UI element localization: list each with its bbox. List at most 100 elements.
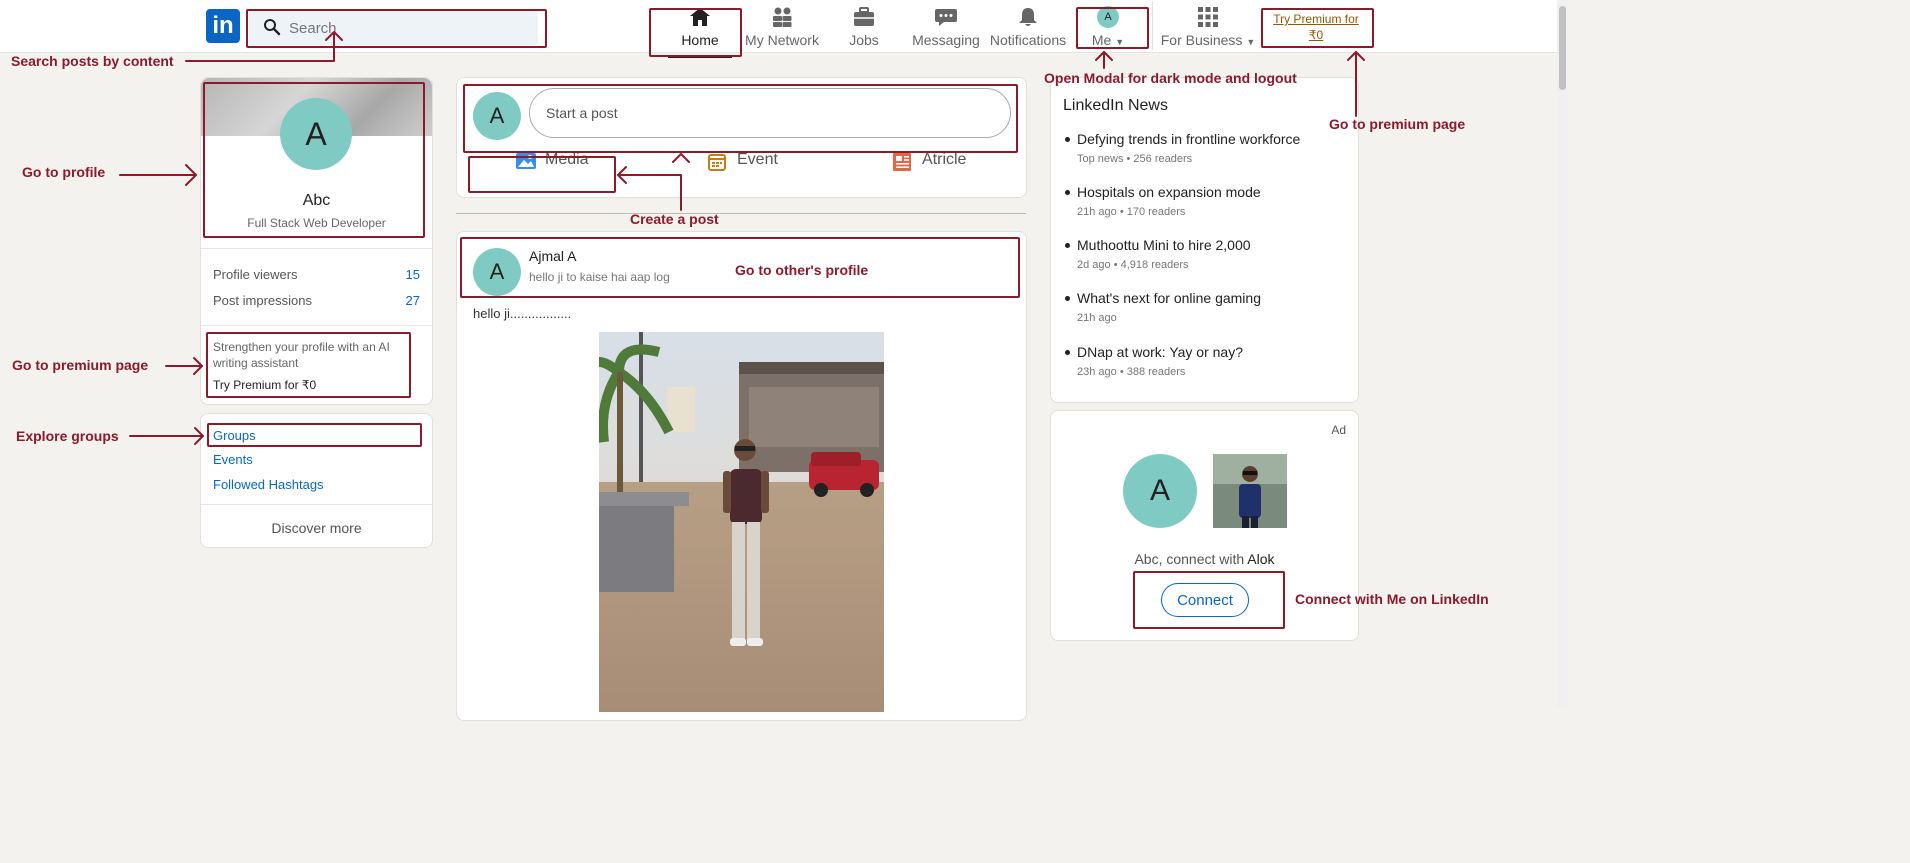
premium-promo-text: Strengthen your profile with an AI writi…	[213, 340, 390, 370]
network-icon	[773, 7, 792, 27]
image-icon	[516, 153, 536, 169]
me-avatar: A	[1097, 6, 1119, 28]
feed-post: A Ajmal A hello ji to kaise hai aap log …	[456, 231, 1027, 721]
nav-me[interactable]: A Me ▼	[1086, 6, 1130, 52]
nav-home[interactable]: Home	[660, 6, 740, 58]
followed-hashtags-link[interactable]: Followed Hashtags	[213, 477, 324, 492]
post-composer: A Start a post Media Event Atricle	[456, 77, 1027, 198]
nav-for-business[interactable]: For Business ▼	[1160, 6, 1256, 52]
stat-value: 15	[405, 267, 420, 282]
nav-me-label: Me	[1091, 32, 1112, 48]
nav-messaging-label: Messaging	[912, 32, 980, 48]
post-photo-illustration	[599, 332, 884, 712]
news-item[interactable]: DNap at work: Yay or nay? 23h ago • 388 …	[1063, 344, 1343, 384]
linkedin-logo[interactable]: in	[206, 9, 240, 43]
annotation-connect: Connect with Me on LinkedIn	[1295, 591, 1489, 607]
stat-profile-viewers[interactable]: Profile viewers 15	[213, 267, 420, 282]
calendar-icon	[708, 154, 726, 171]
connect-button[interactable]: Connect	[1161, 583, 1249, 617]
annotation-premium-right: Go to premium page	[1329, 116, 1466, 132]
discover-more-button[interactable]: Discover more	[201, 520, 432, 536]
bullet	[1065, 137, 1070, 142]
profile-card: A Abc Full Stack Web Developer Profile v…	[200, 77, 433, 405]
annotation-create-post: Create a post	[630, 211, 719, 227]
ad-connection-photo	[1213, 454, 1287, 528]
article-label: Atricle	[922, 151, 967, 168]
post-author-name[interactable]: Ajmal A	[529, 248, 576, 264]
scrollbar-thumb[interactable]	[1559, 6, 1566, 90]
bullet	[1065, 190, 1070, 195]
annotation-search: Search posts by content	[11, 53, 174, 69]
news-meta: 21h ago • 170 readers	[1077, 206, 1186, 218]
briefcase-icon	[854, 7, 874, 26]
annotation-profile: Go to profile	[22, 164, 106, 180]
news-item[interactable]: Hospitals on expansion mode 21h ago • 17…	[1063, 184, 1343, 224]
search-input[interactable]	[289, 16, 529, 40]
ad-connect-name[interactable]: Alok	[1247, 551, 1274, 567]
stat-value: 27	[405, 293, 420, 308]
nav-notifications-label: Notifications	[989, 32, 1067, 48]
news-meta: 23h ago • 388 readers	[1077, 366, 1186, 378]
groups-link[interactable]: Groups	[213, 428, 256, 443]
premium-promo-cta[interactable]: Try Premium for ₹0	[213, 378, 316, 392]
composer-avatar[interactable]: A	[473, 92, 521, 140]
post-text: hello ji.................	[473, 306, 572, 321]
feed-divider	[456, 213, 1026, 214]
start-post-button[interactable]: Start a post	[529, 88, 1011, 138]
news-headline: What's next for online gaming	[1077, 290, 1261, 306]
home-icon	[690, 8, 710, 26]
post-image[interactable]	[599, 332, 884, 712]
nav-jobs[interactable]: Jobs	[834, 6, 894, 52]
divider	[201, 504, 432, 505]
divider	[201, 248, 432, 249]
news-headline: Defying trends in frontline workforce	[1077, 131, 1301, 147]
ad-user-avatar: A	[1123, 454, 1197, 528]
annotation-premium-left: Go to premium page	[12, 357, 149, 373]
stat-label: Profile viewers	[213, 267, 298, 282]
linkedin-news-card: LinkedIn News Defying trends in frontlin…	[1050, 77, 1359, 403]
media-label: Media	[545, 151, 589, 168]
annotation-other-profile: Go to other's profile	[735, 262, 869, 278]
divider	[201, 325, 432, 326]
chevron-down-icon: ▼	[1246, 37, 1256, 47]
profile-avatar[interactable]: A	[280, 98, 352, 170]
page-scrollbar[interactable]	[1557, 0, 1568, 708]
nav-divider	[1152, 2, 1153, 50]
ad-label: Ad	[1331, 423, 1346, 437]
nav-my-network[interactable]: My Network	[742, 6, 822, 52]
news-headline: Hospitals on expansion mode	[1077, 184, 1261, 200]
search-box[interactable]	[249, 11, 538, 45]
nav-my-network-label: My Network	[745, 32, 819, 48]
article-button[interactable]: Atricle	[892, 150, 1012, 174]
news-meta: 21h ago	[1077, 312, 1117, 324]
nav-messaging[interactable]: Messaging	[906, 6, 986, 52]
profile-name[interactable]: Abc	[201, 192, 432, 210]
event-button[interactable]: Event	[707, 150, 827, 174]
annotation-groups: Explore groups	[16, 428, 119, 444]
try-premium-link[interactable]: Try Premium for ₹0	[1266, 11, 1366, 43]
bullet	[1065, 243, 1070, 248]
news-item[interactable]: Defying trends in frontline workforce To…	[1063, 131, 1343, 171]
stat-post-impressions[interactable]: Post impressions 27	[213, 293, 420, 308]
media-button[interactable]: Media	[515, 150, 635, 174]
nav-home-label: Home	[681, 32, 719, 48]
nav-notifications[interactable]: Notifications	[988, 6, 1068, 52]
messaging-icon	[935, 9, 957, 26]
post-author-subtitle: hello ji to kaise hai aap log	[529, 270, 670, 284]
news-headline: DNap at work: Yay or nay?	[1077, 344, 1244, 360]
nav-jobs-label: Jobs	[849, 32, 879, 48]
news-title: LinkedIn News	[1063, 97, 1168, 114]
news-meta: 2d ago • 4,918 readers	[1077, 259, 1189, 271]
search-icon	[264, 19, 281, 36]
profile-headline: Full Stack Web Developer	[247, 216, 386, 230]
news-item[interactable]: Muthoottu Mini to hire 2,000 2d ago • 4,…	[1063, 237, 1343, 277]
bell-icon	[1019, 8, 1037, 26]
annotation-me-modal: Open Modal for dark mode and logout	[1044, 70, 1297, 86]
events-link[interactable]: Events	[213, 452, 253, 467]
post-author-avatar[interactable]: A	[473, 248, 521, 296]
nav-me-label-wrap: Me ▼	[1086, 32, 1130, 48]
chevron-down-icon: ▼	[1115, 37, 1125, 47]
top-nav: in Home My Network Jobs	[0, 0, 1568, 58]
nav-for-business-label: For Business	[1160, 32, 1243, 48]
news-item[interactable]: What's next for online gaming 21h ago	[1063, 290, 1343, 330]
